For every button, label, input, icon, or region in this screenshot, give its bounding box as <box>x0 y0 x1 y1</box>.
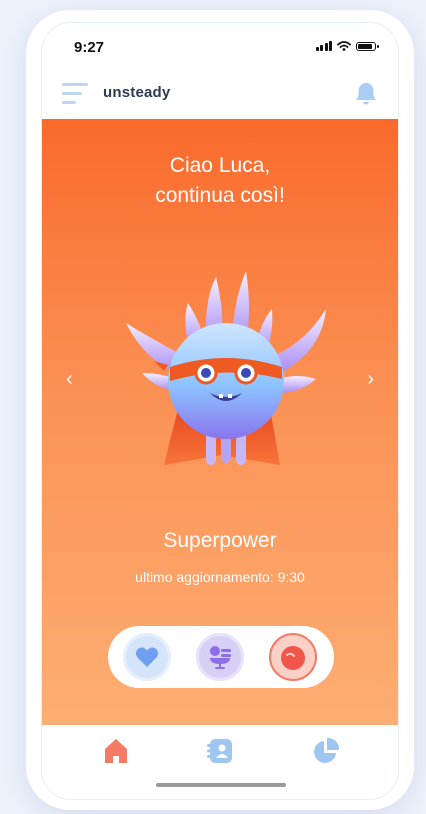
previous-mascot-arrow[interactable]: ‹ <box>66 369 73 389</box>
greeting-line-1: Ciao Luca, <box>169 154 271 177</box>
home-icon[interactable] <box>102 737 130 765</box>
heart-button[interactable] <box>123 633 171 681</box>
greeting-line-2: continua così! <box>155 184 285 207</box>
last-update-text: ultimo aggiornamento: 9:30 <box>135 569 305 585</box>
status-icons <box>315 41 379 51</box>
diary-icon[interactable] <box>206 737 234 765</box>
hamburger-menu-icon[interactable] <box>62 83 88 105</box>
superhero-mascot-illustration <box>126 271 326 465</box>
mascot-hero: Ciao Luca, continua così! ‹ › Superpower… <box>42 119 398 725</box>
pie-chart-icon[interactable] <box>312 737 340 765</box>
status-bar: 9:27 <box>42 23 398 73</box>
app-header: unsteady <box>42 75 398 119</box>
heart-icon <box>135 647 159 667</box>
bottom-tab-bar <box>42 725 398 799</box>
mascot-name: Superpower <box>163 529 277 552</box>
status-time: 9:27 <box>74 39 105 56</box>
mood-button[interactable] <box>196 633 244 681</box>
home-indicator <box>156 783 286 787</box>
battery-icon <box>356 41 379 51</box>
app-brand: unsteady <box>103 84 171 101</box>
pomegranate-button[interactable] <box>269 633 317 681</box>
quick-actions-bar <box>108 626 334 688</box>
signal-icon <box>315 41 332 51</box>
wifi-icon <box>337 41 351 51</box>
app-screen: 9:27 unsteady Ciao Luca, continua così! … <box>41 22 399 800</box>
next-mascot-arrow[interactable]: › <box>367 369 374 389</box>
pomegranate-icon <box>281 646 305 670</box>
mood-icon <box>210 646 231 669</box>
greeting: Ciao Luca, continua così! <box>42 151 398 211</box>
bell-icon[interactable] <box>354 81 378 107</box>
